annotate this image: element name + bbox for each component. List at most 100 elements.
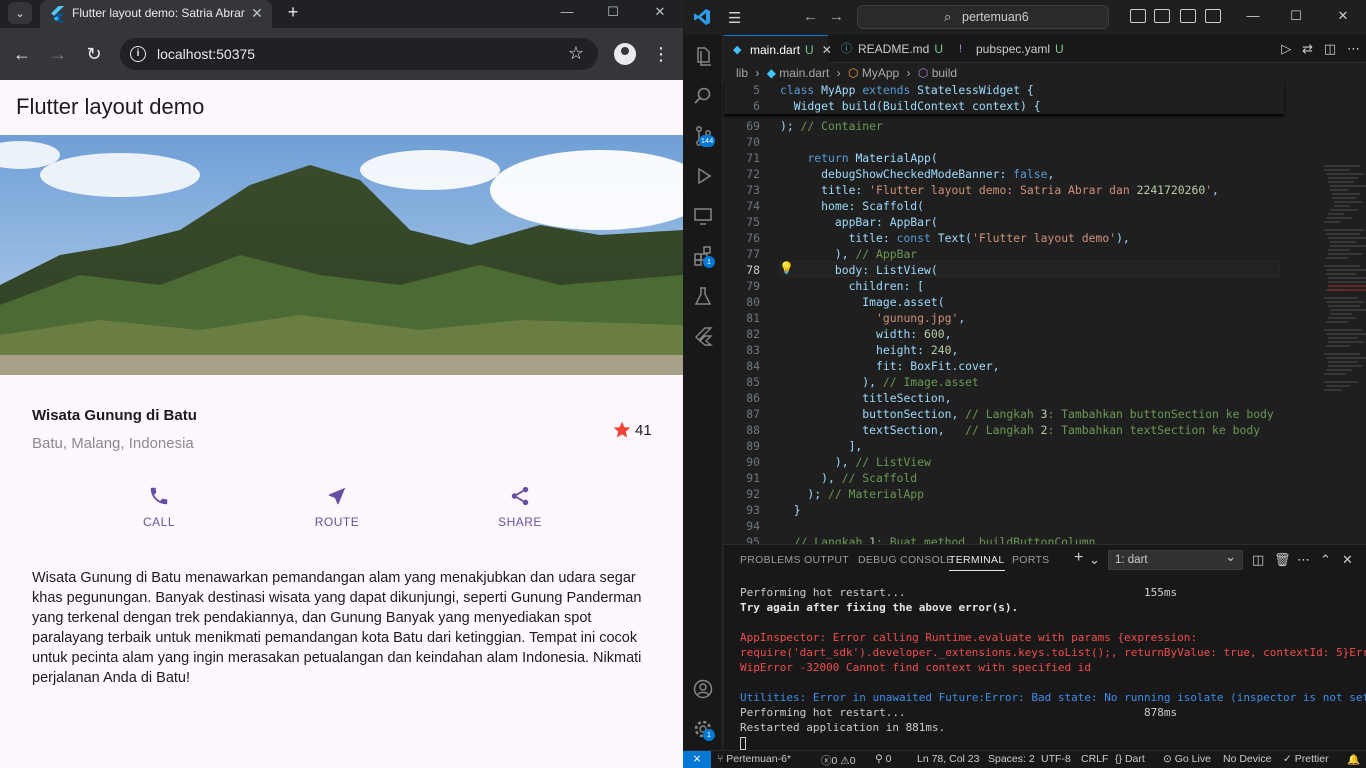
toggle-secondary-sidebar-icon[interactable] <box>1180 9 1196 23</box>
lightbulb-icon[interactable]: 💡 <box>779 261 794 275</box>
cursor-position[interactable]: Ln 78, Col 23 <box>917 753 979 765</box>
tab-close-icon[interactable]: ✕ <box>822 43 832 57</box>
terminal-select[interactable]: 1: dart <box>1108 548 1243 570</box>
code-line[interactable]: 86 titleSection, <box>724 390 1284 406</box>
toggle-panel-icon[interactable] <box>1154 9 1170 23</box>
terminal-output[interactable]: Performing hot restart... 155ms Try again… <box>740 585 1366 750</box>
tab-output[interactable]: OUTPUT <box>804 554 849 566</box>
breadcrumb-item[interactable]: build <box>932 66 957 80</box>
back-arrow-icon[interactable]: ← <box>10 42 34 66</box>
reload-icon[interactable]: ↻ <box>82 42 106 66</box>
device-selector[interactable]: No Device <box>1223 753 1271 765</box>
breadcrumb-item[interactable]: lib <box>736 66 748 80</box>
code-line[interactable]: 93 } <box>724 502 1284 518</box>
code-line[interactable]: 74 home: Scaffold( <box>724 198 1284 214</box>
vscode-minimize-button[interactable]: — <box>1243 8 1263 23</box>
code-line[interactable]: 78 body: ListView( <box>724 262 1284 278</box>
prettier-status[interactable]: ✓ Prettier <box>1283 753 1329 765</box>
run-debug-dropdown-icon[interactable]: ▷ <box>1281 41 1291 56</box>
customize-layout-icon[interactable] <box>1205 9 1221 23</box>
close-window-button[interactable]: ✕ <box>645 2 675 22</box>
url-text[interactable]: localhost:50375 <box>157 46 255 62</box>
open-changes-icon[interactable]: ⇄ <box>1302 41 1313 56</box>
hamburger-menu-icon[interactable]: ☰ <box>728 9 741 27</box>
code-line[interactable]: 77 ), // AppBar <box>724 246 1284 262</box>
tab-readme[interactable]: ⓘ README.md U <box>832 35 944 63</box>
forward-arrow-icon[interactable]: → <box>46 42 70 66</box>
code-line[interactable]: 89 ], <box>724 438 1284 454</box>
run-debug-icon[interactable] <box>692 165 714 187</box>
maximize-button[interactable]: ☐ <box>598 2 628 22</box>
vscode-maximize-button[interactable]: ☐ <box>1286 8 1306 24</box>
go-back-icon[interactable]: ← <box>803 8 818 25</box>
go-forward-icon[interactable]: → <box>829 8 844 25</box>
terminal-dropdown-icon[interactable]: ⌄ <box>1089 552 1100 568</box>
tab-close-icon[interactable]: ✕ <box>248 4 266 22</box>
tab-search-button[interactable]: ⌄ <box>8 2 32 24</box>
go-live[interactable]: ⊙ Go Live <box>1163 753 1211 765</box>
browser-tab[interactable]: Flutter layout demo: Satria Abrar dan 22… <box>40 0 272 28</box>
new-terminal-icon[interactable]: + <box>1074 549 1083 567</box>
address-bar[interactable]: i localhost:50375 ☆ <box>120 38 598 70</box>
notifications-bell-icon[interactable]: 🔔 <box>1347 753 1360 766</box>
tab-ports[interactable]: PORTS <box>1012 554 1049 566</box>
split-editor-icon[interactable]: ◫ <box>1324 41 1336 56</box>
breadcrumb-item[interactable]: main.dart <box>779 66 829 80</box>
code-line[interactable]: 71 return MaterialApp( <box>724 150 1284 166</box>
tab-problems[interactable]: PROBLEMS <box>740 554 801 566</box>
code-line[interactable]: 90 ), // ListView <box>724 454 1284 470</box>
minimap[interactable] <box>1320 162 1366 402</box>
code-editor[interactable]: 5 class MyApp extends StatelessWidget {6 … <box>724 82 1366 549</box>
panel-more-icon[interactable]: ⋯ <box>1297 552 1310 568</box>
code-line[interactable]: 5 class MyApp extends StatelessWidget { <box>724 82 1284 98</box>
maximize-panel-icon[interactable]: ⌃ <box>1320 552 1331 568</box>
code-line[interactable]: 80 Image.asset( <box>724 294 1284 310</box>
share-button[interactable]: SHARE <box>475 485 565 529</box>
code-line[interactable]: 72 debugShowCheckedModeBanner: false, <box>724 166 1284 182</box>
code-line[interactable]: 88 textSection, // Langkah 2: Tambahkan … <box>724 422 1284 438</box>
minimize-button[interactable]: — <box>552 2 582 22</box>
profile-avatar-icon[interactable] <box>614 43 636 65</box>
testing-icon[interactable] <box>692 285 714 307</box>
code-line[interactable]: 70 <box>724 134 1284 150</box>
search-view-icon[interactable] <box>692 85 714 107</box>
tab-main-dart[interactable]: ◆ main.dart U ✕ <box>724 35 832 63</box>
accounts-icon[interactable] <box>692 678 714 700</box>
ports-status[interactable]: ⚲ 0 <box>875 753 891 765</box>
code-line[interactable]: 75 appBar: AppBar( <box>724 214 1284 230</box>
remote-indicator-icon[interactable]: ⨯ <box>683 751 711 768</box>
code-line[interactable]: 76 title: const Text('Flutter layout dem… <box>724 230 1284 246</box>
code-line[interactable]: 92 ); // MaterialApp <box>724 486 1284 502</box>
call-button[interactable]: CALL <box>114 485 204 529</box>
encoding[interactable]: UTF-8 <box>1041 753 1071 765</box>
code-line[interactable]: 94 <box>724 518 1284 534</box>
code-line[interactable]: 83 height: 240, <box>724 342 1284 358</box>
browser-menu-icon[interactable]: ⋮ <box>652 42 670 66</box>
new-tab-button[interactable]: + <box>282 1 304 23</box>
route-button[interactable]: ROUTE <box>292 485 382 529</box>
code-line[interactable]: 79 children: [ <box>724 278 1284 294</box>
toggle-sidebar-icon[interactable] <box>1130 9 1146 23</box>
tab-terminal[interactable]: TERMINAL <box>949 554 1005 571</box>
indentation[interactable]: Spaces: 2 <box>988 753 1035 765</box>
site-info-icon[interactable]: i <box>130 46 146 62</box>
language-mode[interactable]: {} Dart <box>1115 753 1145 765</box>
explorer-icon[interactable] <box>692 45 714 67</box>
command-center[interactable]: ⌕ pertemuan6 <box>857 5 1109 29</box>
more-actions-icon[interactable]: ⋯ <box>1347 41 1360 56</box>
kill-terminal-icon[interactable]: 🗑 <box>1274 552 1291 568</box>
remote-explorer-icon[interactable] <box>692 205 714 227</box>
code-line[interactable]: 69); // Container <box>724 118 1284 134</box>
code-line[interactable]: 82 width: 600, <box>724 326 1284 342</box>
end-of-line[interactable]: CRLF <box>1081 753 1108 765</box>
branch-status[interactable]: ⑂ Pertemuan-6* <box>717 753 791 765</box>
split-terminal-icon[interactable]: ◫ <box>1252 552 1264 568</box>
code-line[interactable]: 73 title: 'Flutter layout demo: Satria A… <box>724 182 1284 198</box>
vscode-close-button[interactable]: ✕ <box>1333 8 1353 24</box>
code-line[interactable]: 85 ), // Image.asset <box>724 374 1284 390</box>
tab-pubspec[interactable]: ! pubspec.yaml U <box>950 35 1068 63</box>
code-line[interactable]: 6 Widget build(BuildContext context) { <box>724 98 1284 114</box>
flutter-view-icon[interactable] <box>692 325 714 347</box>
code-line[interactable]: 91 ), // Scaffold <box>724 470 1284 486</box>
close-panel-icon[interactable]: ✕ <box>1342 552 1353 568</box>
